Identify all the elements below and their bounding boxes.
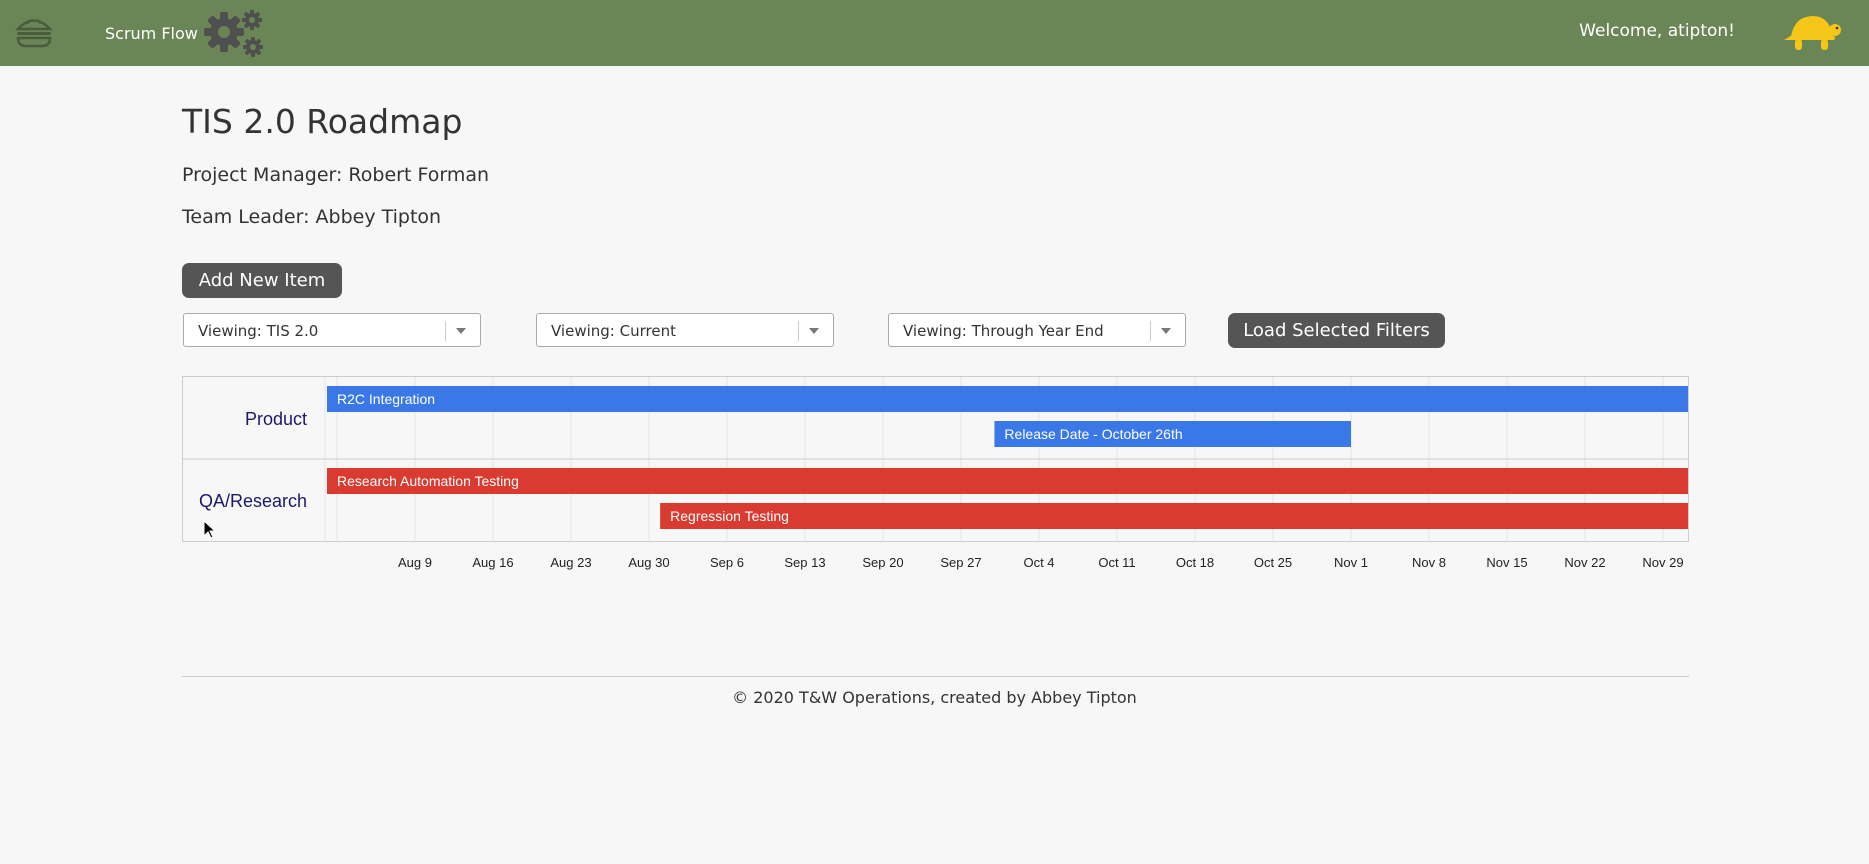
x-tick-label: Aug 16 — [472, 555, 513, 570]
x-tick-label: Nov 1 — [1334, 555, 1368, 570]
x-tick-label: Aug 23 — [550, 555, 591, 570]
task-label: R2C Integration — [337, 391, 435, 407]
row-label: Product — [245, 409, 307, 429]
task-bar — [660, 503, 1688, 529]
x-tick-label: Oct 25 — [1254, 555, 1292, 570]
footer-divider — [182, 676, 1689, 677]
hamburger-icon[interactable] — [14, 14, 54, 50]
x-tick-label: Aug 9 — [398, 555, 432, 570]
status-filter-select[interactable]: Viewing: Current — [536, 313, 834, 347]
task-bar — [327, 386, 1688, 412]
x-tick-label: Oct 11 — [1098, 555, 1135, 570]
load-selected-filters-button[interactable]: Load Selected Filters — [1228, 313, 1445, 348]
range-filter-select[interactable]: Viewing: Through Year End — [888, 313, 1186, 347]
x-tick-label: Sep 27 — [940, 555, 981, 570]
task-label: Release Date - October 26th — [1004, 426, 1182, 442]
select-separator — [798, 321, 799, 341]
x-tick-label: Sep 13 — [784, 555, 825, 570]
chevron-down-icon — [1161, 328, 1171, 334]
select-separator — [445, 321, 446, 341]
turtle-icon[interactable] — [1783, 10, 1843, 54]
chevron-down-icon — [456, 328, 466, 334]
brand-name[interactable]: Scrum Flow — [105, 24, 198, 43]
x-tick-label: Nov 15 — [1486, 555, 1527, 570]
gears-icon — [200, 6, 270, 60]
select-separator — [1150, 321, 1151, 341]
mouse-pointer-icon — [203, 519, 217, 540]
x-tick-label: Oct 4 — [1023, 555, 1054, 570]
x-tick-label: Sep 20 — [862, 555, 903, 570]
chevron-down-icon — [809, 328, 819, 334]
page-title: TIS 2.0 Roadmap — [182, 102, 463, 141]
add-new-item-button[interactable]: Add New Item — [182, 263, 342, 298]
project-manager-text: Project Manager: Robert Forman — [182, 164, 490, 186]
footer-text: © 2020 T&W Operations, created by Abbey … — [732, 688, 1137, 707]
status-filter-value: Viewing: Current — [551, 322, 676, 340]
task-label: Regression Testing — [670, 508, 789, 524]
x-tick-label: Nov 29 — [1642, 555, 1683, 570]
welcome-message: Welcome, atipton! — [1579, 21, 1735, 41]
x-tick-label: Oct 18 — [1176, 555, 1214, 570]
project-filter-value: Viewing: TIS 2.0 — [198, 322, 319, 340]
range-filter-value: Viewing: Through Year End — [903, 322, 1104, 340]
task-bar — [327, 468, 1688, 494]
x-tick-label: Nov 22 — [1564, 555, 1605, 570]
task-label: Research Automation Testing — [337, 473, 519, 489]
team-leader-text: Team Leader: Abbey Tipton — [182, 206, 442, 228]
project-filter-select[interactable]: Viewing: TIS 2.0 — [183, 313, 481, 347]
x-tick-label: Nov 8 — [1412, 555, 1446, 570]
x-tick-label: Sep 6 — [710, 555, 744, 570]
x-tick-label: Aug 30 — [628, 555, 669, 570]
timeline-svg: Product R2C Integration Release Date - Oct… — [182, 376, 1689, 570]
roadmap-timeline-chart: Product R2C Integration Release Date - Oct… — [182, 376, 1689, 576]
top-navbar: Scrum Flow Welcome, atipton! — [0, 0, 1869, 66]
row-label: QA/Research — [199, 491, 307, 511]
